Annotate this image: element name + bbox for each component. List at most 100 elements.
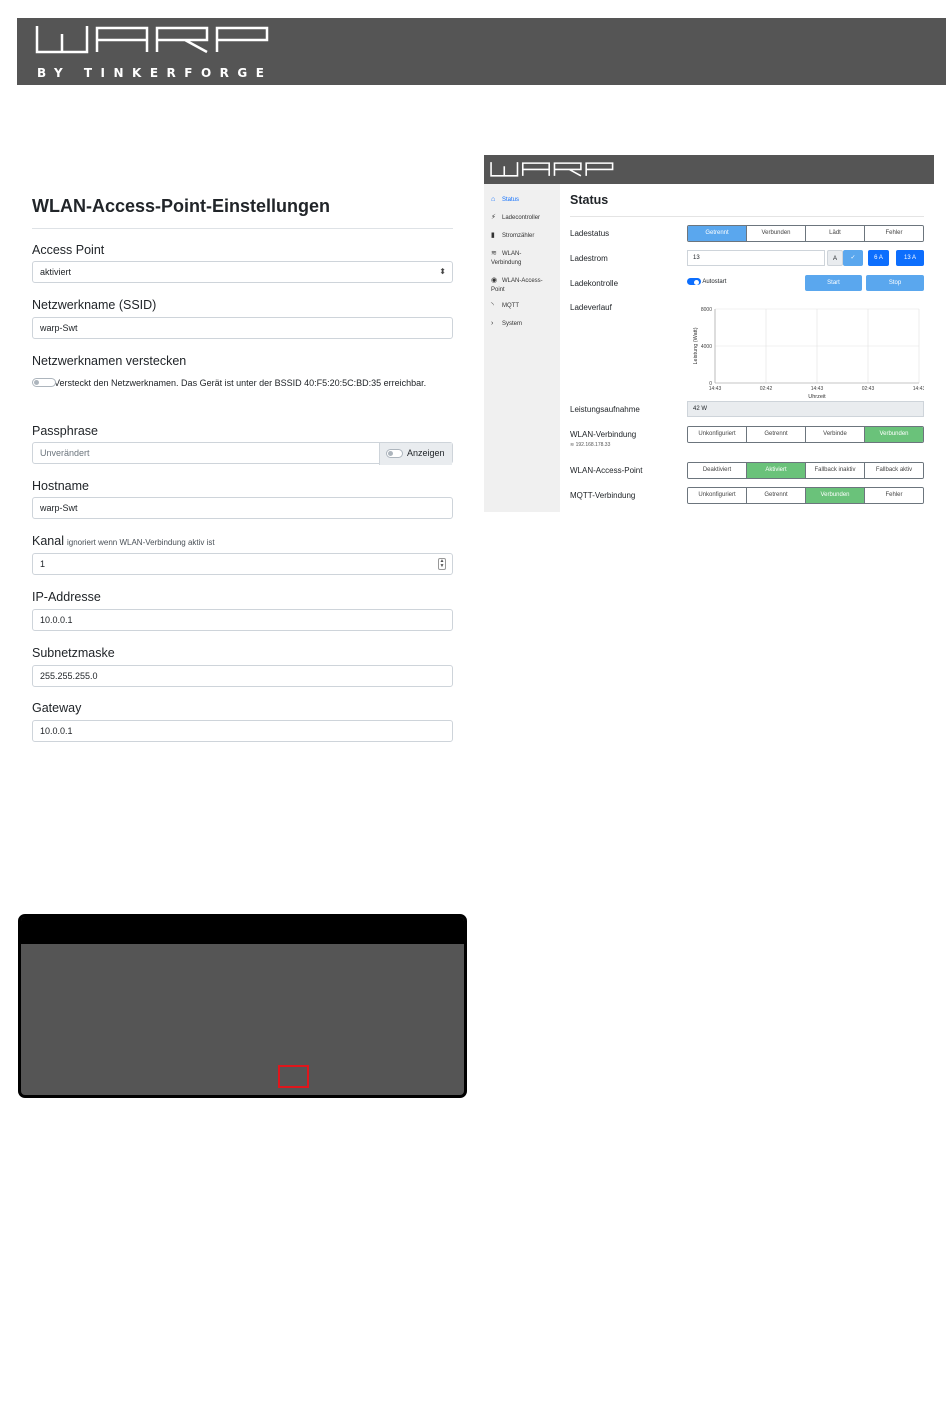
channel-hint: ignoriert wenn WLAN-Verbindung aktiv ist: [66, 538, 215, 547]
start-button[interactable]: Start: [805, 275, 862, 291]
screenshot-header: [484, 155, 934, 184]
sidebar-item-system[interactable]: › System: [491, 319, 522, 329]
ip-input[interactable]: 10.0.0.1: [32, 609, 453, 631]
show-passphrase-addon[interactable]: Anzeigen: [379, 443, 452, 465]
brand-byline: BY TINKERFORGE: [37, 66, 273, 80]
sidebar-item-ladecontroller[interactable]: ⚡ Ladecontroller: [491, 213, 540, 223]
ap-group: Deaktiviert Aktiviert Fallback inaktiv Fall…: [687, 462, 924, 479]
mqtt-option-verbunden[interactable]: Verbunden: [805, 488, 864, 503]
ladeverlauf-chart: 04000800014:43 02:42 14:43 02:43 14:43Uhrzei…: [693, 307, 924, 400]
mqtt-option-getrennt[interactable]: Getrennt: [746, 488, 805, 503]
show-passphrase-label: Anzeigen: [407, 448, 445, 458]
ladekontrolle-label: Ladekontrolle: [570, 279, 619, 288]
sidebar-item-label: WLAN-Access-: [502, 278, 543, 284]
warp-logo: [35, 26, 269, 54]
sidebar-item-stromzähler[interactable]: ▮ Stromzähler: [491, 231, 534, 241]
x-tick-label: 02:42: [760, 386, 773, 392]
ladestrom-value: 13: [693, 255, 700, 261]
ip-label: IP-Addresse: [32, 590, 101, 604]
sidebar-item-label: Verbindung: [491, 260, 522, 266]
ladestrom-input[interactable]: 13: [687, 250, 825, 266]
channel-label: Kanal ignoriert wenn WLAN-Verbindung akti…: [32, 534, 215, 548]
mqtt-option-fehler[interactable]: Fehler: [864, 488, 923, 503]
channel-value: 1: [40, 559, 46, 569]
ladestatus-option-verbunden[interactable]: Verbunden: [746, 226, 805, 241]
meter-icon: ▮: [491, 232, 495, 239]
ladestrom-confirm-button[interactable]: ✓: [843, 250, 863, 266]
sidebar-item-status[interactable]: ⌂ Status: [491, 195, 519, 205]
ssid-value: warp-Swt: [40, 323, 78, 333]
stop-button[interactable]: Stop: [866, 275, 924, 291]
title-divider: [32, 228, 453, 229]
sidebar-item-wlan-verbindung[interactable]: ≋ WLAN- Verbindung: [491, 249, 521, 268]
ladestatus-label: Ladestatus: [570, 229, 610, 238]
ap-option-fallback-inaktiv[interactable]: Fallback inaktiv: [805, 463, 864, 478]
wlan-option-getrennt[interactable]: Getrennt: [746, 427, 805, 442]
access-point-value: aktiviert: [40, 267, 72, 277]
hide-ssid-label: Netzwerknamen verstecken: [32, 354, 187, 368]
access-point-select[interactable]: aktiviert ⬍: [32, 261, 453, 283]
sidebar-item-mqtt[interactable]: ◝ MQTT: [491, 301, 519, 311]
ladestrom-label: Ladestrom: [570, 254, 608, 263]
charger-icon: ⚡: [491, 214, 496, 221]
hostname-input[interactable]: warp-Swt: [32, 497, 453, 519]
ssid-input[interactable]: warp-Swt: [32, 317, 453, 339]
sidebar-item-label: Stromzähler: [502, 233, 535, 239]
channel-label-text: Kanal: [32, 534, 64, 548]
wlan-option-verbunden[interactable]: Verbunden: [864, 427, 923, 442]
gateway-input[interactable]: 10.0.0.1: [32, 720, 453, 742]
subnet-label: Subnetzmaske: [32, 646, 115, 660]
video-frame: [18, 914, 467, 1098]
hostname-label: Hostname: [32, 479, 89, 493]
ladestatus-option-fehler[interactable]: Fehler: [864, 226, 923, 241]
mqtt-label: MQTT-Verbindung: [570, 491, 636, 500]
screenshot-sidebar: ⌂ Status ⚡ Ladecontroller ▮ Stromzähler ≋ WLAN-…: [484, 184, 560, 512]
wlan-option-unkonfiguriert[interactable]: Unkonfiguriert: [688, 427, 746, 442]
wlan-ip: ≋ 192.168.178.33: [570, 442, 610, 448]
sidebar-item-label: Ladecontroller: [502, 215, 541, 221]
check-icon: ✓: [850, 255, 856, 261]
passphrase-placeholder: Unverändert: [40, 448, 90, 458]
ap-label: WLAN-Access-Point: [570, 466, 643, 475]
ladestatus-option-lädt[interactable]: Lädt: [805, 226, 864, 241]
ladestrom-unit: A: [827, 250, 843, 266]
access-point-icon: ◉: [491, 277, 498, 284]
hide-ssid-description: Versteckt den Netzwerknamen. Das Gerät i…: [54, 378, 427, 388]
sidebar-item-label: System: [502, 321, 523, 327]
status-title: Status: [570, 193, 609, 207]
x-tick-label: 14:43: [709, 386, 722, 392]
leistung-value: 42 W: [687, 401, 924, 417]
home-icon: ⌂: [491, 196, 496, 203]
select-arrows-icon: ⬍: [439, 267, 446, 276]
ap-option-aktiviert[interactable]: Aktiviert: [746, 463, 805, 478]
ssid-label: Netzwerkname (SSID): [32, 298, 157, 312]
spinner-icon[interactable]: ▲ ▼: [438, 558, 446, 570]
wlan-option-verbinde[interactable]: Verbinde: [805, 427, 864, 442]
passphrase-input[interactable]: Unverändert Anzeigen: [32, 442, 453, 465]
ladestatus-group: Getrennt Verbunden Lädt Fehler: [687, 225, 924, 242]
set-13a-button[interactable]: 13 A: [896, 250, 924, 266]
access-point-settings-form: WLAN-Access-Point-Einstellungen Access P…: [32, 196, 453, 742]
sidebar-item-label: Point: [491, 287, 505, 293]
x-tick-label: 14:43: [913, 386, 924, 392]
status-page-screenshot: ⌂ Status ⚡ Ladecontroller ▮ Stromzähler ≋ WLAN-…: [484, 155, 934, 512]
sidebar-item-wlan-access-point[interactable]: ◉ WLAN-Access- Point: [491, 276, 543, 295]
ap-option-deaktiviert[interactable]: Deaktiviert: [688, 463, 746, 478]
ladestatus-option-getrennt[interactable]: Getrennt: [688, 226, 746, 241]
hide-ssid-toggle[interactable]: [32, 378, 56, 387]
wlan-ip-text: 192.168.178.33: [575, 442, 611, 448]
channel-input[interactable]: 1 ▲ ▼: [32, 553, 453, 575]
passphrase-label: Passphrase: [32, 424, 99, 438]
y-axis-label: Leistung (Watt): [693, 327, 699, 364]
sidebar-item-label: Status: [502, 197, 520, 203]
ladeverlauf-label: Ladeverlauf: [570, 303, 612, 312]
show-passphrase-toggle[interactable]: [386, 449, 403, 459]
mqtt-option-unkonfiguriert[interactable]: Unkonfiguriert: [688, 488, 746, 503]
subnet-input[interactable]: 255.255.255.0: [32, 665, 453, 687]
set-6a-button[interactable]: 6 A: [868, 250, 889, 266]
warp-logo-small: [490, 162, 614, 177]
hostname-value: warp-Swt: [40, 503, 78, 513]
autostart-toggle[interactable]: [687, 278, 701, 285]
y-tick-label: 4000: [701, 344, 712, 350]
ap-option-fallback-aktiv[interactable]: Fallback aktiv: [864, 463, 923, 478]
